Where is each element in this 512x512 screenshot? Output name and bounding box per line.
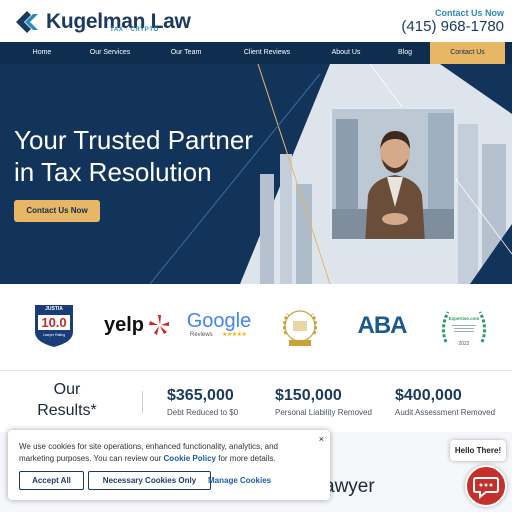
page: Kugelman Law TAX · CRYPTO Contact Us Now… [0, 0, 512, 512]
nav-about-us[interactable]: About Us [322, 42, 370, 64]
attorney-portrait-image [332, 109, 454, 239]
cookie-policy-link[interactable]: Cookie Policy [164, 454, 216, 463]
awards-strip: JUSTIA 10.0 Lawyer Rating yelp Google Re… [0, 284, 512, 370]
manage-cookies-link[interactable]: Manage Cookies [208, 471, 271, 490]
google-reviews-label: Reviews [190, 332, 213, 338]
cookie-banner: × We use cookies for site operations, en… [8, 430, 330, 500]
expertise-name: Expertise.com [448, 316, 480, 321]
brand-tagline: TAX · CRYPTO [110, 27, 159, 33]
google-reviews-badge: Google Reviews ★★★★★ [186, 310, 252, 344]
expertise-badge: Expertise.com 2022 [438, 304, 490, 352]
nav-our-services[interactable]: Our Services [80, 42, 140, 64]
chat-greeting-bubble[interactable]: Hello There! [450, 440, 506, 461]
gold-laurel-icon [282, 310, 318, 346]
nav-our-team[interactable]: Our Team [160, 42, 212, 64]
yelp-badge: yelp [104, 314, 170, 342]
nav-home[interactable]: Home [22, 42, 62, 64]
phone-number-link[interactable]: (415) 968-1780 [401, 18, 504, 35]
chat-bubble-icon [473, 477, 499, 500]
contact-us-link[interactable]: Contact Us Now [435, 8, 504, 18]
logo-mark-icon [16, 11, 38, 33]
justia-score: 10.0 [41, 315, 67, 330]
hero-title: Your Trusted Partner in Tax Resolution [14, 124, 304, 188]
cookie-message: We use cookies for site operations, enha… [19, 441, 309, 465]
stat-value-2: $150,000 [275, 387, 342, 404]
stat-value-1: $365,000 [167, 387, 234, 404]
top-rated-laurel-badge [276, 304, 324, 352]
nav-contact-us-button[interactable]: Contact Us [430, 42, 505, 64]
yelp-wordmark: yelp [104, 314, 145, 336]
hero-title-line-1: Your Trusted Partner [14, 125, 253, 155]
cookie-text-after: for more details. [216, 454, 276, 463]
results-title-line-2: Results* [37, 402, 97, 419]
stat-label-3: Audit Assessment Removed [395, 408, 496, 417]
expertise-year: 2022 [458, 341, 470, 347]
justia-subtitle: Lawyer Rating [42, 333, 66, 337]
site-header: Kugelman Law TAX · CRYPTO Contact Us Now… [0, 0, 512, 42]
yelp-burst-icon [149, 315, 169, 335]
section-heading-fragment: awyer [324, 476, 375, 497]
attorney-photo [330, 107, 456, 241]
nav-blog[interactable]: Blog [388, 42, 422, 64]
chat-button[interactable] [465, 465, 507, 507]
necessary-cookies-button[interactable]: Necessary Cookies Only [88, 471, 211, 490]
stat-label-1: Debt Reduced to $0 [167, 408, 239, 417]
google-stars-icon: ★★★★★ [222, 332, 247, 338]
results-divider [142, 391, 143, 413]
logo[interactable]: Kugelman Law [14, 6, 191, 38]
accept-all-button[interactable]: Accept All [19, 471, 84, 490]
google-wordmark: Google [186, 310, 252, 332]
hero-contact-button[interactable]: Contact Us Now [14, 200, 100, 222]
stat-value-3: $400,000 [395, 387, 462, 404]
aba-wordmark: ABA [357, 312, 408, 339]
results-title-line-1: Our [53, 381, 81, 398]
close-icon[interactable]: × [319, 434, 324, 444]
results-title: Our Results* [34, 379, 100, 421]
stat-label-2: Personal Liability Removed [275, 408, 372, 417]
main-nav: Home Our Services Our Team Client Review… [0, 42, 512, 64]
aba-badge: ABA [350, 312, 414, 340]
hero-title-line-2: in Tax Resolution [14, 157, 212, 187]
hero-section: Your Trusted Partner in Tax Resolution C… [0, 64, 512, 284]
justia-label: JUSTIA [45, 306, 63, 312]
results-section: Our Results* $365,000 Debt Reduced to $0… [0, 370, 512, 432]
justia-badge: JUSTIA 10.0 Lawyer Rating [34, 304, 74, 348]
nav-client-reviews[interactable]: Client Reviews [234, 42, 300, 64]
